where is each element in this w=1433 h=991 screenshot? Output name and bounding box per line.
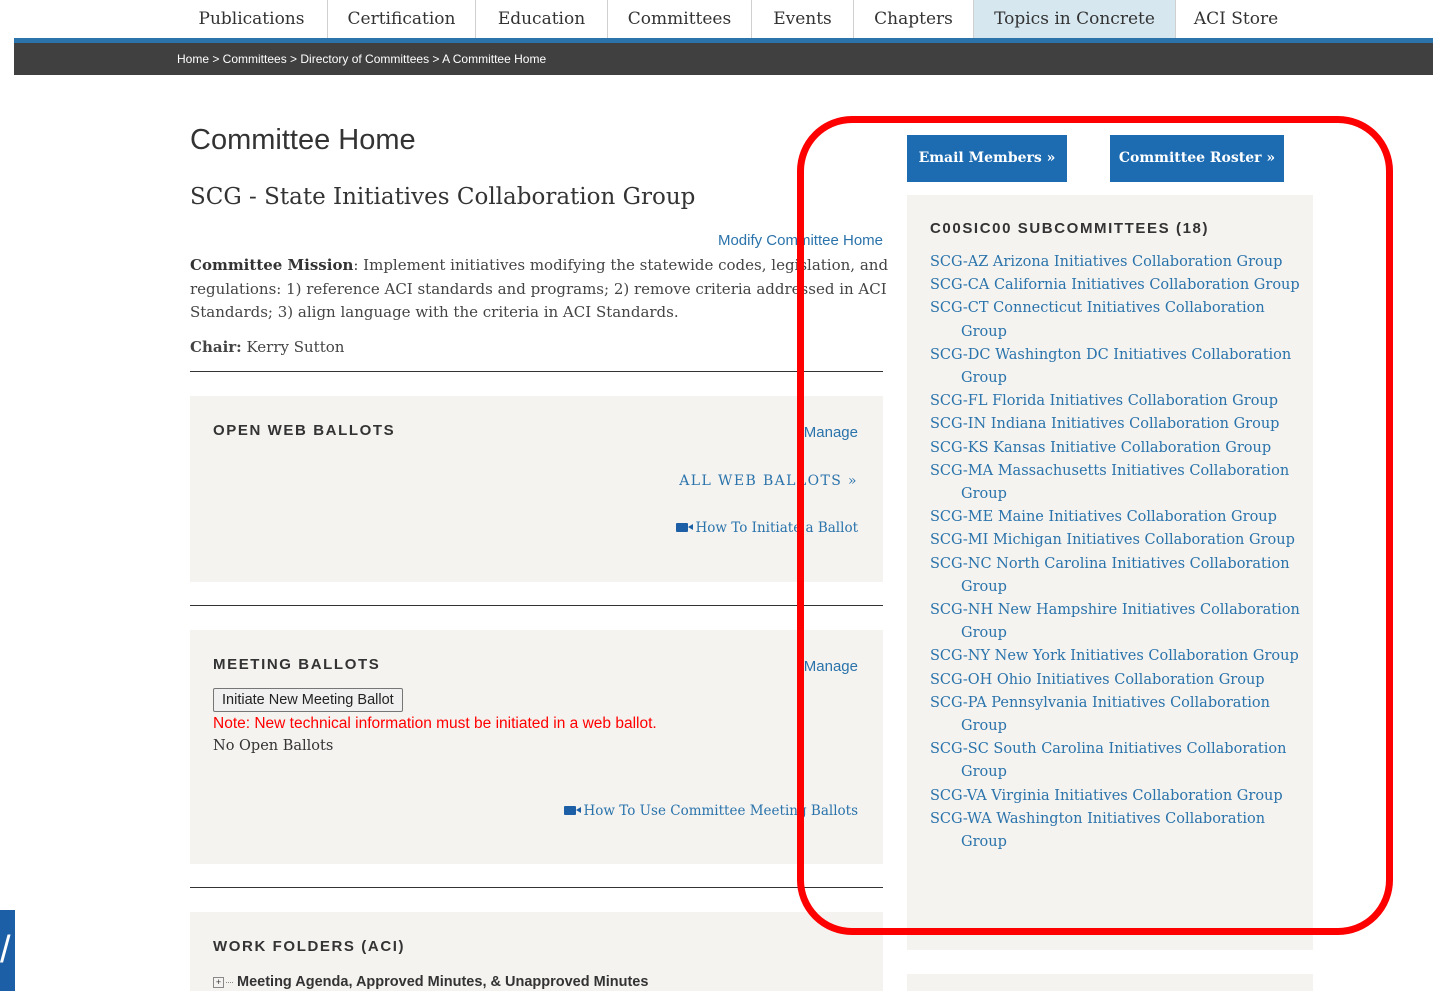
- chair-name: Kerry Sutton: [241, 338, 345, 356]
- subcommittee-link[interactable]: SCG-NC North Carolina Initiatives Collab…: [930, 553, 1300, 599]
- divider: [190, 605, 883, 606]
- subcommittee-link[interactable]: SCG-WA Washington Initiatives Collaborat…: [930, 808, 1300, 854]
- subcommittee-link[interactable]: SCG-IN Indiana Initiatives Collaboration…: [930, 413, 1300, 436]
- work-folders-panel: WORK FOLDERS (ACI) + Meeting Agenda, Appr…: [190, 912, 883, 991]
- subcommittee-link[interactable]: SCG-PA Pennsylvania Initiatives Collabor…: [930, 692, 1300, 738]
- manage-web-ballots-link[interactable]: Manage: [804, 424, 858, 441]
- breadcrumb-bar: Home > Committees > Directory of Committ…: [14, 43, 1433, 75]
- committee-chair: Chair: Kerry Sutton: [190, 338, 344, 356]
- subcommittee-link[interactable]: SCG-AZ Arizona Initiatives Collaboration…: [930, 251, 1300, 274]
- initiate-meeting-ballot-button[interactable]: Initiate New Meeting Ballot: [213, 688, 403, 712]
- all-web-ballots-link[interactable]: ALL WEB BALLOTS »: [679, 473, 858, 489]
- page-title: Committee Home: [190, 124, 416, 156]
- subcommittee-link[interactable]: SCG-MA Massachusetts Initiatives Collabo…: [930, 460, 1300, 506]
- open-web-ballots-title: OPEN WEB BALLOTS: [213, 422, 396, 439]
- subcommittee-link[interactable]: SCG-CT Connecticut Initiatives Collabora…: [930, 297, 1300, 343]
- next-sidebar-panel: [907, 974, 1313, 991]
- subcommittee-link[interactable]: SCG-NY New York Initiatives Collaboratio…: [930, 645, 1300, 668]
- subcommittee-link[interactable]: SCG-OH Ohio Initiatives Collaboration Gr…: [930, 669, 1300, 692]
- nav-committees[interactable]: Committees: [608, 0, 752, 38]
- nav-chapters[interactable]: Chapters: [854, 0, 974, 38]
- folder-label: Meeting Agenda, Approved Minutes, & Unap…: [237, 974, 649, 990]
- how-to-initiate-ballot-label: How To Initiate a Ballot: [695, 520, 858, 536]
- subcommittees-panel: C00SIC00 SUBCOMMITTEES (18) SCG-AZ Arizo…: [907, 195, 1313, 950]
- breadcrumb[interactable]: Home > Committees > Directory of Committ…: [177, 43, 546, 76]
- video-camera-icon: [676, 523, 694, 532]
- divider: [190, 371, 883, 372]
- open-web-ballots-panel: OPEN WEB BALLOTS Manage ALL WEB BALLOTS …: [190, 396, 883, 582]
- manage-meeting-ballots-link[interactable]: Manage: [804, 658, 858, 675]
- meeting-ballots-title: MEETING BALLOTS: [213, 656, 381, 673]
- subcommittees-title: C00SIC00 SUBCOMMITTEES (18): [930, 220, 1210, 237]
- subcommittee-link[interactable]: SCG-ME Maine Initiatives Collaboration G…: [930, 506, 1300, 529]
- how-to-initiate-ballot-link[interactable]: How To Initiate a Ballot: [676, 520, 858, 536]
- subcommittee-link[interactable]: SCG-DC Washington DC Initiatives Collabo…: [930, 344, 1300, 390]
- committee-mission: Committee Mission: Implement initiatives…: [190, 254, 890, 325]
- meeting-ballots-panel: MEETING BALLOTS Manage Initiate New Meet…: [190, 630, 883, 864]
- folder-tree-item[interactable]: + Meeting Agenda, Approved Minutes, & Una…: [213, 974, 648, 990]
- mission-label: Committee Mission: [190, 256, 354, 274]
- committee-name: SCG - State Initiatives Collaboration Gr…: [190, 184, 696, 210]
- technical-info-note: Note: New technical information must be …: [213, 715, 657, 732]
- work-folders-title: WORK FOLDERS (ACI): [213, 938, 406, 955]
- committee-roster-button[interactable]: Committee Roster »: [1110, 135, 1284, 182]
- email-members-button[interactable]: Email Members »: [907, 135, 1067, 182]
- subcommittee-link[interactable]: SCG-CA California Initiatives Collaborat…: [930, 274, 1300, 297]
- subcommittees-list: SCG-AZ Arizona Initiatives Collaboration…: [930, 251, 1300, 854]
- how-to-use-meeting-ballots-label: How To Use Committee Meeting Ballots: [583, 803, 858, 819]
- tree-connector: [226, 981, 233, 983]
- subcommittee-link[interactable]: SCG-KS Kansas Initiative Collaboration G…: [930, 437, 1300, 460]
- no-open-ballots-text: No Open Ballots: [213, 738, 334, 754]
- nav-certification[interactable]: Certification: [328, 0, 476, 38]
- video-camera-icon: [564, 806, 582, 815]
- nav-education[interactable]: Education: [476, 0, 608, 38]
- chair-label: Chair:: [190, 338, 242, 356]
- nav-topics-in-concrete[interactable]: Topics in Concrete: [974, 0, 1176, 38]
- nav-events[interactable]: Events: [752, 0, 854, 38]
- subcommittee-link[interactable]: SCG-SC South Carolina Initiatives Collab…: [930, 738, 1300, 784]
- divider: [190, 887, 883, 888]
- subcommittee-link[interactable]: SCG-MI Michigan Initiatives Collaboratio…: [930, 529, 1300, 552]
- subcommittee-link[interactable]: SCG-VA Virginia Initiatives Collaboratio…: [930, 785, 1300, 808]
- modify-committee-home-link[interactable]: Modify Committee Home: [718, 232, 883, 249]
- how-to-use-meeting-ballots-link[interactable]: How To Use Committee Meeting Ballots: [564, 803, 858, 819]
- subcommittee-link[interactable]: SCG-NH New Hampshire Initiatives Collabo…: [930, 599, 1300, 645]
- expand-plus-icon[interactable]: +: [213, 976, 224, 988]
- subcommittee-link[interactable]: SCG-FL Florida Initiatives Collaboration…: [930, 390, 1300, 413]
- nav-aci-store[interactable]: ACI Store: [1176, 0, 1296, 38]
- top-navigation: Publications Certification Education Com…: [0, 0, 1433, 38]
- corner-logo-fragment: /: [0, 910, 15, 991]
- nav-publications[interactable]: Publications: [176, 0, 328, 38]
